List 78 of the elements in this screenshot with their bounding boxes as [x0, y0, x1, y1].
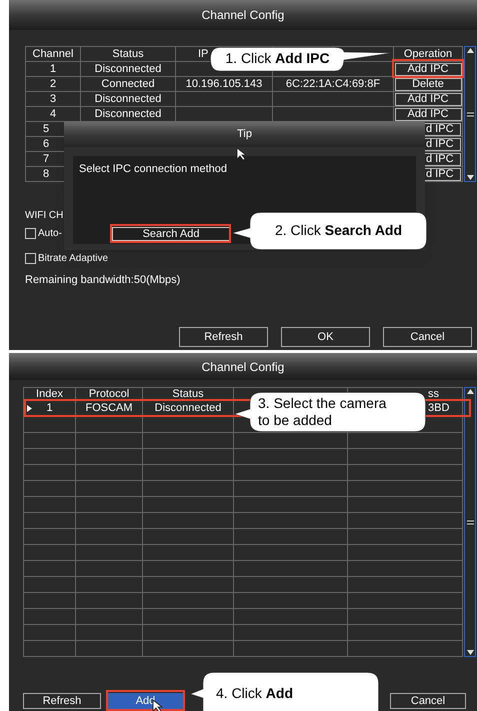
- table-cell: [23, 480, 75, 496]
- table-cell: [23, 608, 75, 624]
- table-cell: [75, 576, 142, 592]
- table-cell: 10.196.105.143: [175, 76, 272, 91]
- operation-button[interactable]: Add IPC: [394, 108, 462, 120]
- table-cell: [75, 464, 142, 480]
- dialog-button[interactable]: Cancel: [383, 327, 472, 347]
- operation-button[interactable]: Add IPC: [394, 92, 462, 106]
- table-cell: [75, 624, 142, 640]
- table-cell: 1: [46, 403, 53, 414]
- checkbox-label: Auto-: [38, 226, 62, 240]
- table-cell: [75, 592, 142, 608]
- table-cell: [23, 464, 75, 480]
- table-cell: 4: [25, 106, 80, 121]
- table-cell: Disconnected: [80, 91, 175, 106]
- table-cell: [23, 624, 75, 640]
- scroll-up-icon: [466, 48, 474, 53]
- table-cell: FOSCAM: [75, 400, 142, 416]
- table-cell: [23, 592, 75, 608]
- column-header: Channel: [25, 46, 80, 61]
- table-cell: [23, 560, 75, 576]
- setting-label: WIFI CH: [25, 209, 64, 223]
- operation-button[interactable]: Add IPC: [394, 62, 462, 76]
- table-cell: [75, 560, 142, 576]
- table-cell: 1: [25, 61, 80, 76]
- info-text: Remaining bandwidth:50(Mbps): [25, 273, 182, 287]
- dialog-button[interactable]: Refresh: [179, 327, 268, 347]
- callout: 3. Select the camera to be added: [234, 392, 426, 432]
- table-cell: [23, 512, 75, 528]
- highlight-frame: [392, 59, 464, 78]
- dialog-button[interactable]: Refresh: [23, 693, 101, 709]
- table-cell: 3: [25, 91, 80, 106]
- checkbox[interactable]: [25, 252, 36, 264]
- table-cell: [75, 432, 142, 448]
- checkbox[interactable]: [25, 228, 36, 238]
- operation-button[interactable]: Delete: [394, 78, 462, 90]
- table-cell: [75, 512, 142, 528]
- callout: 4. Click Add: [190, 672, 379, 711]
- checkbox-label: Bitrate Adaptive: [38, 252, 108, 266]
- callout: 1. Click Add IPC: [210, 47, 392, 72]
- table-cell: Connected: [80, 76, 175, 91]
- scroll-up-icon: [466, 389, 474, 394]
- table-cell: [23, 432, 75, 448]
- dialog-message: Select IPC connection method: [79, 162, 227, 176]
- scroll-down-icon: [466, 650, 474, 655]
- dialog-button[interactable]: OK: [281, 327, 370, 347]
- table-cell: Disconnected: [80, 106, 175, 121]
- scrollbar[interactable]: [464, 387, 476, 657]
- table-cell: [75, 528, 142, 544]
- table-cell: 6C:22:1A:C4:69:8F: [272, 76, 393, 91]
- dialog-title: Tip: [64, 122, 425, 147]
- table-cell: [23, 576, 75, 592]
- table-cell: [23, 496, 75, 512]
- window-title: Channel Config: [9, 353, 477, 380]
- column-header: Protocol: [75, 387, 142, 400]
- table-cell: Disconnected: [142, 400, 233, 416]
- column-header: Status: [142, 387, 233, 400]
- table-cell: [75, 448, 142, 464]
- table-cell: [75, 608, 142, 624]
- table-cell: [75, 480, 142, 496]
- scroll-down-icon: [466, 175, 474, 180]
- callout: 2. Click Search Add: [232, 212, 427, 250]
- table-cell: [75, 544, 142, 560]
- table-cell: [23, 544, 75, 560]
- grip-icon: [466, 112, 474, 116]
- search-add-button[interactable]: Search Add: [112, 227, 230, 241]
- column-header: Status: [80, 46, 175, 61]
- column-header: Index: [23, 387, 75, 400]
- dialog-button[interactable]: Cancel: [390, 693, 466, 709]
- window-title: Channel Config: [9, 0, 477, 30]
- table-cell: [75, 496, 142, 512]
- scrollbar[interactable]: [464, 46, 476, 182]
- table-cell: 2: [25, 76, 80, 91]
- table-cell: [23, 448, 75, 464]
- column-header: Operation: [393, 46, 462, 61]
- grip-icon: [466, 520, 474, 524]
- table-cell: Disconnected: [80, 61, 175, 76]
- table-cell: [23, 528, 75, 544]
